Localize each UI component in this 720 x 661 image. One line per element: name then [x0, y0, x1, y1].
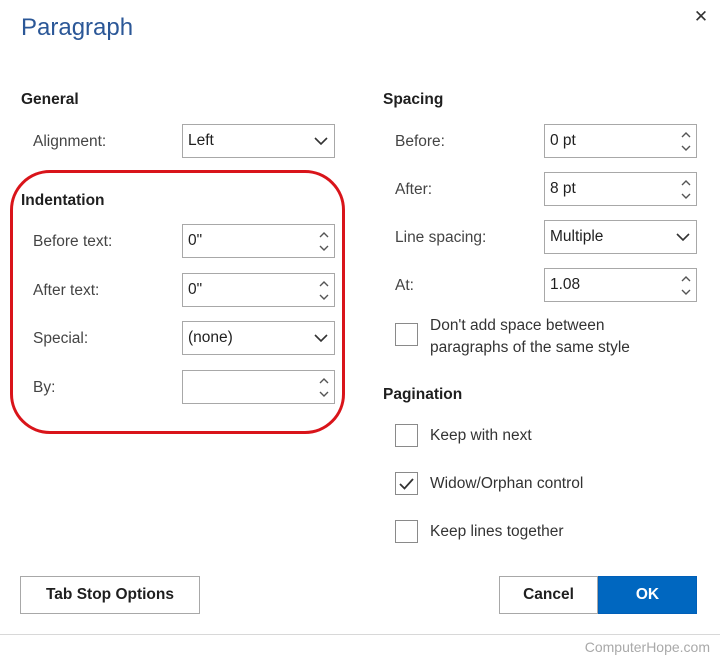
- spinner-arrows-icon[interactable]: [680, 176, 692, 203]
- widow-orphan-label: Widow/Orphan control: [430, 475, 584, 492]
- cancel-button[interactable]: Cancel: [499, 576, 598, 614]
- spacing-before-label: Before:: [395, 133, 445, 150]
- indentation-heading: Indentation: [21, 192, 105, 209]
- spacing-after-label: After:: [395, 181, 433, 198]
- special-select[interactable]: (none): [182, 321, 335, 355]
- after-text-label: After text:: [33, 282, 100, 299]
- keep-lines-together-checkbox[interactable]: [395, 520, 418, 543]
- spacing-heading: Spacing: [383, 91, 444, 108]
- dont-add-space-checkbox[interactable]: [395, 323, 418, 346]
- chevron-down-icon: [676, 233, 690, 242]
- line-spacing-label: Line spacing:: [395, 229, 487, 246]
- general-heading: General: [21, 91, 79, 108]
- keep-with-next-checkbox[interactable]: [395, 424, 418, 447]
- spinner-arrows-icon[interactable]: [318, 374, 330, 401]
- spacing-before-value: 0 pt: [550, 132, 576, 149]
- alignment-value: Left: [188, 132, 214, 149]
- at-label: At:: [395, 277, 414, 294]
- alignment-select[interactable]: Left: [182, 124, 335, 158]
- by-label: By:: [33, 379, 56, 396]
- widow-orphan-checkbox[interactable]: [395, 472, 418, 495]
- dont-add-space-label-line1: Don't add space between: [430, 317, 605, 334]
- keep-with-next-label: Keep with next: [430, 427, 532, 444]
- special-value: (none): [188, 329, 233, 346]
- dont-add-space-label-line2: paragraphs of the same style: [430, 339, 630, 356]
- chevron-down-icon: [314, 137, 328, 146]
- special-label: Special:: [33, 330, 89, 347]
- spinner-arrows-icon[interactable]: [680, 128, 692, 155]
- by-spinner[interactable]: [182, 370, 335, 404]
- spacing-before-spinner[interactable]: 0 pt: [544, 124, 697, 158]
- alignment-label: Alignment:: [33, 133, 107, 150]
- at-value: 1.08: [550, 276, 581, 293]
- at-spinner[interactable]: 1.08: [544, 268, 697, 302]
- line-spacing-select[interactable]: Multiple: [544, 220, 697, 254]
- spinner-arrows-icon[interactable]: [318, 228, 330, 255]
- after-text-spinner[interactable]: 0": [182, 273, 335, 307]
- keep-lines-together-label: Keep lines together: [430, 523, 564, 540]
- spacing-after-spinner[interactable]: 8 pt: [544, 172, 697, 206]
- before-text-spinner[interactable]: 0": [182, 224, 335, 258]
- close-icon[interactable]: ✕: [690, 6, 712, 28]
- chevron-down-icon: [314, 334, 328, 343]
- pagination-heading: Pagination: [383, 386, 463, 403]
- spinner-arrows-icon[interactable]: [318, 277, 330, 304]
- line-spacing-value: Multiple: [550, 228, 604, 245]
- ok-button[interactable]: OK: [598, 576, 697, 614]
- dialog-title: Paragraph: [21, 14, 134, 41]
- tab-stop-options-button[interactable]: Tab Stop Options: [20, 576, 200, 614]
- after-text-value: 0": [188, 281, 203, 298]
- spinner-arrows-icon[interactable]: [680, 272, 692, 299]
- before-text-value: 0": [188, 232, 203, 249]
- checkmark-icon: [399, 478, 414, 490]
- watermark: ComputerHope.com: [584, 639, 710, 655]
- spacing-after-value: 8 pt: [550, 180, 576, 197]
- before-text-label: Before text:: [33, 233, 113, 250]
- footer-divider: [0, 634, 720, 635]
